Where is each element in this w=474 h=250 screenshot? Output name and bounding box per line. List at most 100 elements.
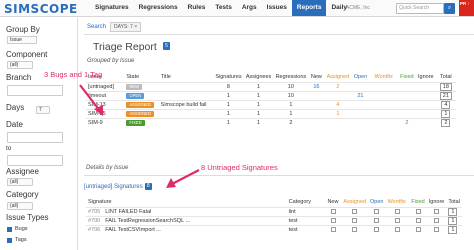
status-cell[interactable] (409, 215, 427, 225)
signature-row[interactable]: #706 FAIL TestCSVImport ... test 1 (86, 224, 462, 234)
days-select[interactable]: 7 (36, 106, 50, 114)
issues-col-signatures[interactable]: Signatures (213, 72, 244, 82)
issues-col-state[interactable]: State (124, 72, 158, 82)
nav-args[interactable]: Args (237, 0, 262, 16)
sig-col-fixed[interactable]: Fixed (409, 197, 426, 207)
date-to-input[interactable] (7, 155, 63, 166)
state-badge: FIXED (126, 119, 145, 126)
status-cell[interactable] (367, 215, 386, 225)
sig-col-open[interactable]: Open (368, 197, 385, 207)
checkbox-icon[interactable] (415, 208, 421, 214)
issue-row[interactable]: SIM-25 ASSIGNED 1 1 1 1 1 (86, 108, 456, 118)
checkbox-icon[interactable] (394, 226, 400, 232)
quick-search-input[interactable]: Quick Search (396, 3, 444, 14)
status-cell[interactable] (341, 215, 368, 225)
status-cell[interactable] (325, 206, 342, 216)
status-cell[interactable] (341, 224, 368, 234)
pr-badge[interactable]: PR ↑ (459, 0, 474, 16)
checkbox-icon[interactable] (394, 208, 400, 214)
group-by-select[interactable]: Issue (7, 36, 37, 44)
tags-checkbox[interactable]: Tags (7, 237, 27, 243)
sig-col-assigned[interactable]: Assigned (341, 197, 368, 207)
checkbox-icon[interactable] (330, 226, 336, 232)
issues-col-title[interactable]: Title (159, 72, 214, 82)
sig-col-total[interactable]: Total (446, 197, 462, 207)
signature-row[interactable]: #705 LINT FAILED Fatal lint 1 (86, 206, 462, 216)
checkbox-icon[interactable] (374, 217, 380, 223)
sig-col-signature[interactable]: Signature (86, 197, 287, 207)
checkbox-icon[interactable] (352, 226, 358, 232)
issues-col-new[interactable]: New (308, 72, 324, 82)
issue-row[interactable]: [untriaged] NEW 8 1 10 16 2 18 (86, 81, 456, 91)
issue-name[interactable]: SIM-9 (86, 117, 125, 127)
date-from-input[interactable] (7, 132, 63, 143)
issue-row[interactable]: SIM-13 ASSIGNED Simscope build fail 1 1 1 4 4 (86, 99, 456, 109)
checkbox-icon[interactable] (330, 208, 336, 214)
status-cell[interactable] (341, 206, 368, 216)
issues-col-assigned[interactable]: Assigned (324, 72, 351, 82)
sig-col-new[interactable]: New (325, 197, 341, 207)
signature-id[interactable]: #705 (88, 209, 100, 215)
checkbox-icon[interactable] (434, 226, 440, 232)
nav-reports[interactable]: Reports (291, 0, 327, 16)
checkbox-icon[interactable] (434, 208, 440, 214)
issues-col-ignore[interactable]: Ignore (416, 72, 436, 82)
sig-col-category[interactable]: Category (287, 197, 326, 207)
search-icon[interactable]: ⌕ (444, 3, 455, 14)
issue-row[interactable]: SIM-9 FIXED 1 1 2 2 2 (86, 117, 456, 127)
status-cell[interactable] (409, 224, 427, 234)
issues-col-total[interactable]: Total (436, 72, 456, 82)
checkbox-icon[interactable] (352, 208, 358, 214)
days-filter-chip[interactable]: DAYS: 7 × (110, 21, 142, 32)
checkbox-icon[interactable] (434, 217, 440, 223)
issues-col-open[interactable]: Open (351, 72, 369, 82)
sig-col-ignore[interactable]: Ignore (427, 197, 447, 207)
status-cell[interactable] (426, 215, 447, 225)
issues-col-assignees[interactable]: Assignees (244, 72, 274, 82)
status-cell[interactable] (367, 224, 386, 234)
assignee-select[interactable]: (all) (7, 178, 33, 186)
nav-issues[interactable]: Issues (262, 0, 292, 16)
signature-cell[interactable]: #700 FAIL TestRegressionSearchSQL ... (86, 215, 287, 225)
issues-col-wontfix[interactable]: Wontfix (370, 72, 398, 82)
status-cell[interactable] (385, 206, 410, 216)
simscope-logo[interactable]: SIMSCOPE (4, 2, 78, 16)
status-cell[interactable] (426, 224, 447, 234)
signature-cell[interactable]: #705 LINT FAILED Fatal (86, 206, 287, 216)
status-cell[interactable] (325, 215, 342, 225)
nav-signatures[interactable]: Signatures (90, 0, 134, 16)
status-cell[interactable] (367, 206, 386, 216)
checkbox-icon[interactable] (415, 226, 421, 232)
checkbox-icon[interactable] (374, 208, 380, 214)
category-select[interactable]: (all) (7, 202, 33, 210)
total-cell: 1 (446, 215, 462, 225)
untriaged-signatures-link[interactable]: [untriaged] Signatures (84, 184, 143, 190)
checkbox-icon[interactable] (374, 226, 380, 232)
search-label[interactable]: Search (87, 24, 106, 30)
checkbox-icon[interactable] (352, 217, 358, 223)
check-icon (7, 226, 12, 232)
checkbox-icon[interactable] (394, 217, 400, 223)
status-cell[interactable] (385, 224, 410, 234)
bugs-checkbox[interactable]: Bugs (7, 226, 28, 232)
issue-row[interactable]: /imeout OPEN 1 1 10 21 21 (86, 90, 456, 100)
component-select[interactable]: (all) (7, 61, 33, 69)
signature-id[interactable]: #706 (88, 227, 100, 233)
branch-input[interactable] (7, 85, 63, 96)
checkbox-icon[interactable] (415, 217, 421, 223)
issues-col-fixed[interactable]: Fixed (398, 72, 416, 82)
nav-tests[interactable]: Tests (210, 0, 237, 16)
sig-col-wontfix[interactable]: Wontfix (385, 197, 409, 207)
status-cell[interactable] (409, 206, 427, 216)
checkbox-icon[interactable] (330, 217, 336, 223)
status-cell[interactable] (325, 224, 342, 234)
issues-col-regressions[interactable]: Regressions (273, 72, 308, 82)
status-cell[interactable] (385, 215, 410, 225)
nav-regressions[interactable]: Regressions (134, 0, 183, 16)
signature-id[interactable]: #700 (88, 218, 100, 224)
status-cell[interactable] (426, 206, 447, 216)
signature-cell[interactable]: #706 FAIL TestCSVImport ... (86, 224, 287, 234)
untriaged-signatures-header[interactable]: [untriaged] Signatures 8 (84, 183, 152, 190)
nav-rules[interactable]: Rules (183, 0, 211, 16)
signature-row[interactable]: #700 FAIL TestRegressionSearchSQL ... test… (86, 215, 462, 225)
